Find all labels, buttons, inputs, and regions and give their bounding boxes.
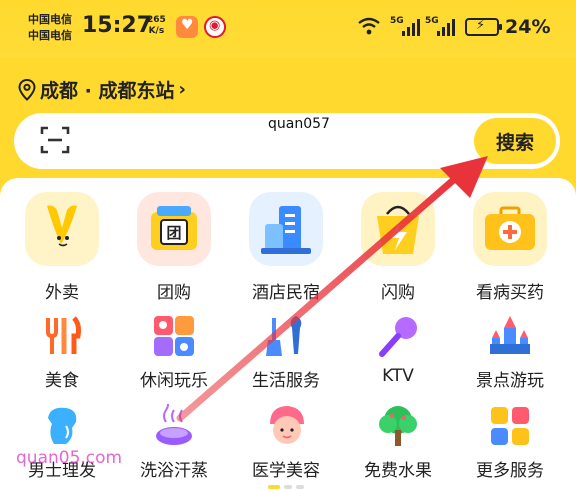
- tile-label: 生活服务: [252, 371, 320, 391]
- tile-haircut[interactable]: 男士理发: [7, 404, 117, 481]
- takeout-icon: [25, 192, 99, 266]
- tile-medicine[interactable]: 看病买药: [455, 192, 565, 303]
- net-speed: 265 K/s: [147, 15, 166, 37]
- tile-hotel[interactable]: 酒店民宿: [231, 192, 341, 303]
- location-pin-icon: [18, 78, 36, 101]
- tile-label: 洗浴汗蒸: [140, 461, 208, 481]
- tile-bath[interactable]: 洗浴汗蒸: [119, 399, 229, 481]
- scan-icon[interactable]: [40, 125, 70, 155]
- tile-food[interactable]: 美食: [7, 314, 117, 391]
- net-speed-unit: K/s: [148, 26, 165, 36]
- tile-label: 闪购: [381, 283, 415, 303]
- tile-label: 更多服务: [476, 461, 544, 481]
- net-speed-value: 265: [147, 15, 166, 25]
- tile-label: 免费水果: [364, 461, 432, 481]
- battery-icon: ⚡: [465, 18, 502, 36]
- battery-percent: 24%: [505, 16, 551, 38]
- tile-takeout[interactable]: 外卖: [7, 192, 117, 303]
- bath-icon: [152, 399, 196, 448]
- tile-label: 医学美容: [252, 461, 320, 481]
- page-dot: [296, 485, 304, 489]
- medicine-icon: [473, 192, 547, 266]
- tile-label: 休闲玩乐: [140, 371, 208, 391]
- watermark-bottom: quan05.com: [16, 448, 123, 468]
- page-dot: [284, 485, 292, 489]
- location-selector[interactable]: 成都 · 成都东站 ›: [18, 76, 186, 103]
- scenic-icon: [488, 314, 532, 358]
- group-buy-icon: 团: [137, 192, 211, 266]
- location-text: 成都 · 成都东站: [40, 80, 175, 102]
- page-dot-active: [268, 485, 280, 489]
- signal-2-icon: 5G: [425, 16, 455, 38]
- tile-leisure[interactable]: 休闲玩乐: [119, 314, 229, 391]
- tile-more[interactable]: 更多服务: [455, 404, 565, 481]
- carrier-info: 中国电信 中国电信: [28, 12, 72, 44]
- heart-app-icon: [176, 16, 198, 38]
- tile-life-service[interactable]: 生活服务: [231, 314, 341, 391]
- carrier-2: 中国电信: [28, 29, 72, 42]
- tile-label: 酒店民宿: [252, 283, 320, 303]
- haircut-icon: [40, 404, 84, 448]
- leisure-icon: [152, 314, 196, 358]
- chevron-right-icon: ›: [178, 79, 186, 100]
- status-bar: 中国电信 中国电信 15:27 265 K/s 5G 5G ⚡ 24%: [0, 0, 576, 58]
- weibo-icon: [204, 16, 226, 38]
- signal-1-icon: 5G: [390, 16, 420, 38]
- food-icon: [40, 314, 84, 358]
- clock: 15:27: [82, 13, 153, 38]
- carrier-1: 中国电信: [28, 13, 72, 26]
- tile-label: 美食: [45, 371, 79, 391]
- tile-ktv[interactable]: KTV: [343, 314, 453, 386]
- beauty-icon: [264, 404, 308, 448]
- tile-label: 团购: [157, 283, 191, 303]
- tile-fruit[interactable]: 免费水果: [343, 404, 453, 481]
- watermark-top: quan057: [268, 116, 330, 132]
- wifi-icon: [357, 16, 381, 40]
- tile-label: KTV: [382, 366, 414, 386]
- search-button[interactable]: 搜索: [474, 118, 556, 164]
- more-icon: [488, 404, 532, 448]
- tile-group-buy[interactable]: 团 团购: [119, 192, 229, 303]
- svg-text:团: 团: [166, 224, 181, 242]
- life-service-icon: [264, 314, 308, 358]
- page-indicator: [268, 485, 304, 489]
- tile-label: 外卖: [45, 283, 79, 303]
- tile-beauty[interactable]: 医学美容: [231, 404, 341, 481]
- hotel-icon: [249, 192, 323, 266]
- tile-label: 看病买药: [476, 283, 544, 303]
- tile-scenic[interactable]: 景点游玩: [455, 314, 565, 391]
- fruit-icon: [376, 404, 420, 448]
- tile-flash-buy[interactable]: 闪购: [343, 192, 453, 303]
- tile-label: 景点游玩: [476, 371, 544, 391]
- ktv-icon: [376, 314, 420, 358]
- flash-buy-icon: [361, 192, 435, 266]
